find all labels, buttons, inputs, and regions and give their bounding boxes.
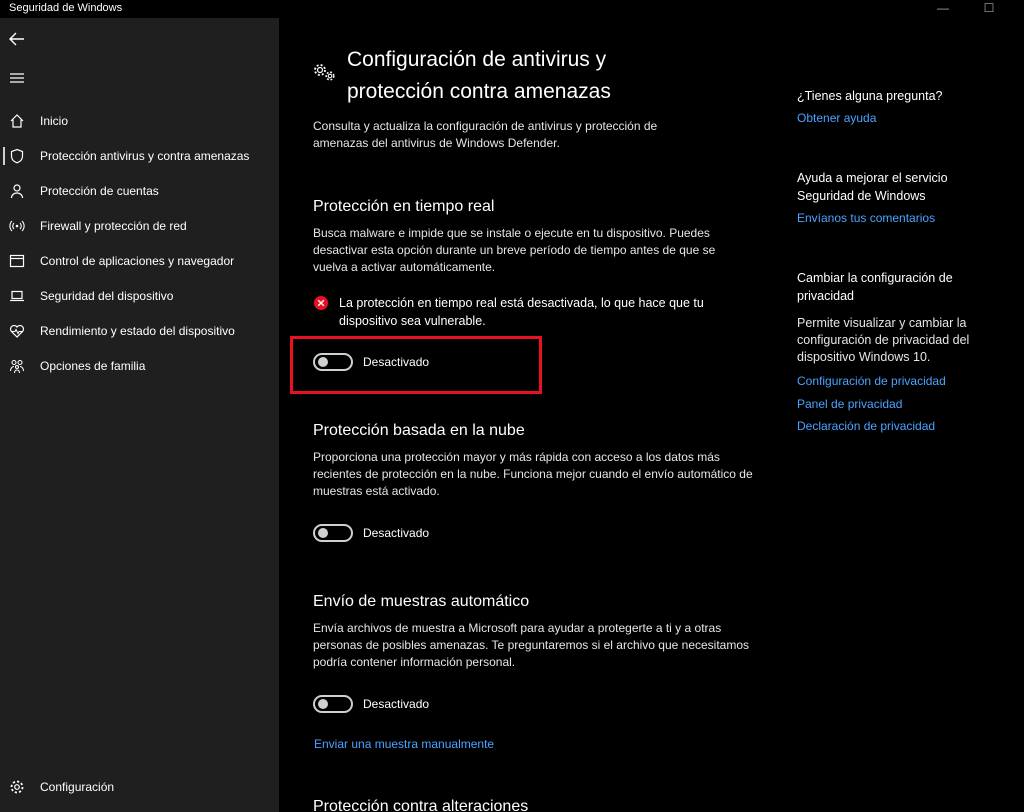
privacy-text: Permite visualizar y cambiar la configur… <box>797 316 970 364</box>
family-icon <box>0 358 34 374</box>
sidebar-item-label: Configuración <box>40 780 115 794</box>
sidebar-item-label: Opciones de familia <box>40 359 146 373</box>
toggle-switch[interactable] <box>313 524 353 542</box>
toggle-knob <box>318 528 328 538</box>
heart-icon <box>0 323 34 339</box>
submit-sample-link[interactable]: Enviar una muestra manualmente <box>314 737 494 751</box>
browser-icon <box>0 253 34 269</box>
sidebar-item-label: Firewall y protección de red <box>40 219 187 233</box>
wifi-icon <box>0 218 34 234</box>
privacy-dashboard-link[interactable]: Panel de privacidad <box>797 397 902 411</box>
sidebar-item-antivirus[interactable]: Protección antivirus y contra amenazas <box>0 139 279 173</box>
sidebar-item-label: Rendimiento y estado del dispositivo <box>40 324 235 338</box>
sidebar-item-label: Seguridad del dispositivo <box>40 289 174 303</box>
cloud-toggle[interactable]: Desactivado <box>313 524 429 542</box>
main-content: Configuración de antivirus y protección … <box>279 18 1024 812</box>
sidebar-item-rendimiento[interactable]: Rendimiento y estado del dispositivo <box>0 314 279 348</box>
toggle-switch[interactable] <box>313 353 353 371</box>
minimize-button[interactable]: — <box>920 0 966 18</box>
sidebar-item-dispositivo[interactable]: Seguridad del dispositivo <box>0 279 279 313</box>
samples-toggle[interactable]: Desactivado <box>313 695 429 713</box>
toggle-switch[interactable] <box>313 695 353 713</box>
cloud-description: Proporciona una protección mayor y más r… <box>313 450 753 498</box>
page-description: Consulta y actualiza la configuración de… <box>313 119 658 150</box>
get-help-link[interactable]: Obtener ayuda <box>797 111 876 125</box>
improve-heading: Ayuda a mejorar el servicio Seguridad de… <box>797 171 948 203</box>
settings-gear-icon <box>0 779 34 795</box>
privacy-heading: Cambiar la configuración de privacidad <box>797 271 953 303</box>
maximize-button[interactable]: ☐ <box>966 0 1012 18</box>
window-title: Seguridad de Windows <box>9 2 123 14</box>
error-icon <box>314 296 328 310</box>
sidebar-item-firewall[interactable]: Firewall y protección de red <box>0 209 279 243</box>
privacy-settings-link[interactable]: Configuración de privacidad <box>797 374 946 388</box>
gears-icon <box>313 62 337 87</box>
tamper-heading: Protección contra alteraciones <box>313 798 529 812</box>
cloud-heading: Protección basada en la nube <box>313 422 525 439</box>
realtime-description: Busca malware e impide que se instale o … <box>313 226 716 274</box>
home-icon <box>0 113 34 129</box>
realtime-warning: La protección en tiempo real está desact… <box>313 294 759 330</box>
sidebar-item-configuracion[interactable]: Configuración <box>0 770 279 804</box>
sidebar-item-label: Inicio <box>40 114 69 128</box>
sidebar-item-label: Protección antivirus y contra amenazas <box>40 149 250 163</box>
title-bar: Seguridad de Windows — ☐ <box>0 0 1024 18</box>
page-title: Configuración de antivirus y protección … <box>347 48 611 103</box>
privacy-statement-link[interactable]: Declaración de privacidad <box>797 419 935 433</box>
shield-icon <box>0 148 34 164</box>
toggle-label: Desactivado <box>363 526 430 540</box>
toggle-knob <box>318 357 328 367</box>
samples-description: Envía archivos de muestra a Microsoft pa… <box>313 621 750 669</box>
toggle-knob <box>318 699 328 709</box>
person-icon <box>0 183 34 199</box>
back-button[interactable] <box>0 22 34 56</box>
toggle-label: Desactivado <box>363 355 430 369</box>
sidebar-item-cuentas[interactable]: Protección de cuentas <box>0 174 279 208</box>
laptop-icon <box>0 288 34 304</box>
back-arrow-icon <box>9 32 24 46</box>
sidebar: Inicio Protección antivirus y contra ame… <box>0 18 279 812</box>
question-heading: ¿Tienes alguna pregunta? <box>797 89 943 103</box>
feedback-link[interactable]: Envíanos tus comentarios <box>797 211 935 225</box>
sidebar-item-label: Protección de cuentas <box>40 184 159 198</box>
sidebar-item-label: Control de aplicaciones y navegador <box>40 254 235 268</box>
sidebar-item-aplicaciones[interactable]: Control de aplicaciones y navegador <box>0 244 279 278</box>
realtime-heading: Protección en tiempo real <box>313 198 495 215</box>
hamburger-icon <box>10 73 24 83</box>
sidebar-item-familia[interactable]: Opciones de familia <box>0 349 279 383</box>
warning-text: La protección en tiempo real está desact… <box>339 296 704 328</box>
realtime-toggle[interactable]: Desactivado <box>313 353 429 371</box>
sidebar-item-inicio[interactable]: Inicio <box>0 104 279 138</box>
menu-button[interactable] <box>0 61 34 95</box>
toggle-label: Desactivado <box>363 697 430 711</box>
samples-heading: Envío de muestras automático <box>313 593 530 610</box>
